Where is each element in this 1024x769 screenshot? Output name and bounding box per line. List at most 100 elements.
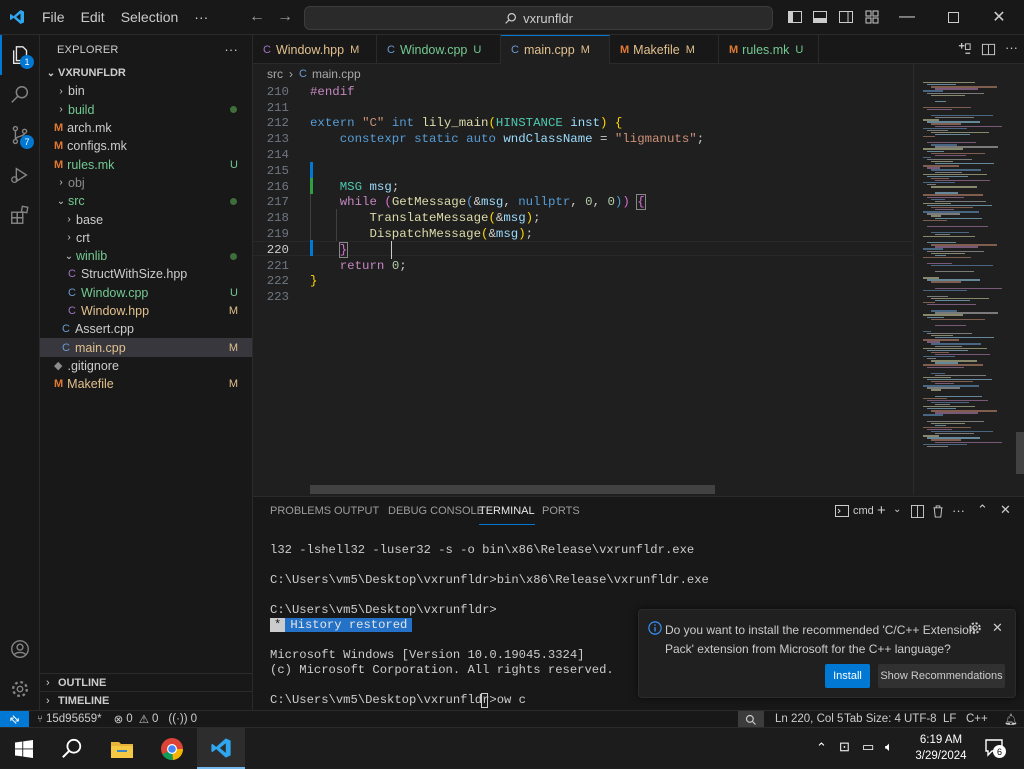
remote-indicator-icon[interactable]: ⇄ [0, 710, 29, 728]
panel-tab-debug-console[interactable]: DEBUG CONSOLE [388, 505, 484, 525]
forward-arrow-icon[interactable]: → [271, 3, 299, 31]
problems-indicator[interactable]: ⊗ 0 ⚠ 0 [114, 712, 159, 726]
run-debug-icon[interactable] [0, 155, 40, 195]
maximize-button[interactable] [930, 0, 976, 34]
tray-overflow-chevron-up-icon[interactable]: ⌃ [816, 740, 827, 756]
notification-close-icon[interactable]: ✕ [992, 620, 1003, 636]
toggle-secondary-sidebar-icon[interactable] [835, 6, 857, 28]
explorer-icon[interactable]: 1 [0, 35, 40, 75]
folder-row[interactable]: › build [40, 101, 252, 119]
end-of-line[interactable]: LF [943, 713, 956, 725]
tab-label: Makefile [633, 42, 680, 57]
editor-tab[interactable]: M Makefile M [610, 35, 719, 64]
panel-tab-ports[interactable]: PORTS [542, 505, 580, 525]
vscode-taskbar-icon[interactable] [197, 728, 245, 769]
file-row[interactable]: C Window.cpp U [40, 284, 252, 302]
tray-volume-muted-icon[interactable]: 🔈︎ [885, 739, 893, 755]
folder-row[interactable]: ⌄ src [40, 192, 252, 210]
manage-gear-icon[interactable] [0, 669, 40, 709]
file-row[interactable]: M Makefile M [40, 375, 252, 393]
file-explorer-folder-icon[interactable] [98, 728, 146, 769]
folder-row[interactable]: › obj [40, 174, 252, 192]
menu-file[interactable]: File [34, 0, 73, 34]
folder-row[interactable]: › crt [40, 229, 252, 247]
panel-tab-terminal[interactable]: TERMINAL [479, 505, 535, 525]
accounts-icon[interactable] [0, 629, 40, 669]
source-control-icon[interactable]: 7 [0, 115, 40, 155]
minimap[interactable] [913, 64, 1024, 495]
explorer-more-actions-icon[interactable]: ··· [224, 42, 238, 57]
outline-section[interactable]: › OUTLINE [40, 673, 253, 691]
close-panel-icon[interactable]: ✕ [1000, 502, 1011, 518]
file-row[interactable]: Mconfigs.mk [40, 137, 252, 155]
customize-layout-icon[interactable] [861, 6, 883, 28]
tray-network-status-icon[interactable]: ⊡ [839, 739, 850, 755]
file-row[interactable]: C StructWithSize.hpp [40, 265, 252, 283]
close-button[interactable]: ✕ [976, 0, 1022, 34]
back-arrow-icon[interactable]: ← [243, 3, 271, 31]
file-row[interactable]: March.mk [40, 119, 252, 137]
notification-settings-gear-icon[interactable] [968, 621, 982, 638]
tray-clock[interactable]: 6:19 AM 3/29/2024 [909, 732, 973, 764]
notifications-bell-icon[interactable]: 🔔︎ [1004, 713, 1018, 726]
editor-more-actions-icon[interactable]: ··· [1005, 40, 1018, 55]
chrome-browser-icon[interactable] [148, 728, 196, 769]
toggle-primary-sidebar-icon[interactable] [784, 6, 806, 28]
zoom-search-icon[interactable] [738, 711, 764, 728]
breadcrumb-folder[interactable]: src [267, 67, 283, 81]
encoding[interactable]: UTF-8 [904, 713, 937, 725]
folder-row[interactable]: ⌄ winlib [40, 247, 252, 265]
editor-tab[interactable]: C Window.hpp M [253, 35, 377, 64]
file-row[interactable]: Cmain.cpp M [40, 338, 252, 357]
title-bar: File Edit Selection ··· ← → vxrunfldr — … [0, 0, 1024, 35]
search-icon[interactable] [0, 75, 40, 115]
panel-tab-output[interactable]: OUTPUT [334, 505, 379, 525]
menu-selection[interactable]: Selection [113, 0, 187, 34]
action-center-notification-icon[interactable]: 6 [984, 737, 1006, 759]
minimize-button[interactable]: — [884, 0, 930, 34]
file-row[interactable]: Mrules.mk U [40, 155, 252, 173]
minimap-line [923, 136, 935, 138]
toggle-panel-icon[interactable] [809, 6, 831, 28]
git-branch-icon: ⑂ [37, 713, 43, 725]
panel-more-actions-icon[interactable]: ··· [952, 503, 965, 518]
explorer-root-folder[interactable]: ⌄ VXRUNFLDR [40, 64, 252, 82]
kill-terminal-trash-icon[interactable] [932, 505, 944, 521]
file-row[interactable]: ◆ .gitignore [40, 357, 252, 375]
timeline-section[interactable]: › TIMELINE [40, 691, 253, 709]
code-editor[interactable]: 210 #endif 211 212 extern "C" int lily_main(… [253, 83, 913, 495]
breadcrumb-file[interactable]: main.cpp [312, 67, 361, 81]
tab-size[interactable]: Tab Size: 4 [844, 713, 901, 725]
editor-tab[interactable]: C Window.cpp U [377, 35, 501, 64]
compare-changes-icon[interactable] [957, 42, 972, 60]
menu-more[interactable]: ··· [186, 0, 216, 34]
branch-indicator[interactable]: ⑂ 15d95659* [37, 713, 102, 725]
file-row[interactable]: C Assert.cpp [40, 320, 252, 338]
ports-indicator[interactable]: ((·)) 0 [168, 713, 197, 725]
folder-row[interactable]: › base [40, 210, 252, 228]
cursor-position[interactable]: Ln 220, Col 5 [775, 713, 843, 725]
panel-tab-problems[interactable]: PROBLEMS [270, 505, 331, 525]
maximize-panel-chevron-up-icon[interactable]: ⌃ [977, 502, 988, 518]
vertical-scrollbar-thumb[interactable] [1016, 432, 1024, 474]
command-center-search[interactable]: vxrunfldr [304, 6, 773, 30]
split-terminal-icon[interactable] [911, 505, 924, 521]
windows-start-icon[interactable] [0, 728, 48, 769]
folder-row[interactable]: › bin [40, 82, 252, 100]
editor-tab[interactable]: Mrules.mk U [719, 35, 819, 64]
install-button[interactable]: Install [825, 664, 870, 688]
editor-tab[interactable]: Cmain.cpp M [501, 35, 610, 64]
chevron-down-icon[interactable]: ⌄ [893, 504, 901, 515]
split-editor-icon[interactable] [981, 42, 996, 60]
file-row[interactable]: C Window.hpp M [40, 302, 252, 320]
horizontal-scrollbar[interactable] [310, 485, 715, 494]
show-recommendations-button[interactable]: Show Recommendations [878, 664, 1005, 688]
mouse-ibeam-cursor [391, 241, 392, 259]
menu-edit[interactable]: Edit [73, 0, 113, 34]
terminal-shell-selector[interactable]: cmd [835, 505, 874, 517]
tray-display-icon[interactable]: ▭ [862, 739, 874, 755]
language-mode[interactable]: C++ [966, 713, 988, 725]
new-terminal-plus-icon[interactable]: + [877, 502, 886, 519]
search-icon[interactable] [48, 728, 96, 769]
extensions-icon[interactable] [0, 195, 40, 235]
